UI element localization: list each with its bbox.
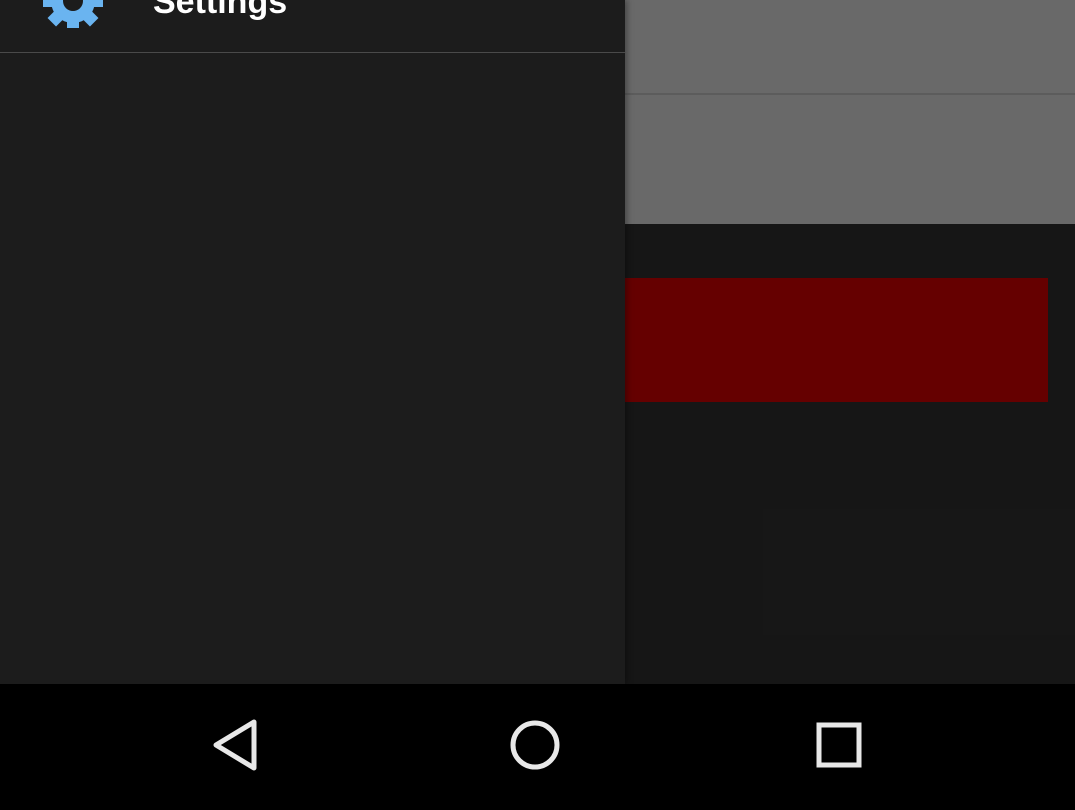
navigation-drawer: Settings	[0, 0, 625, 684]
drawer-item-label: Settings	[153, 0, 288, 21]
back-button[interactable]	[190, 702, 280, 792]
back-triangle-icon	[210, 718, 260, 777]
drawer-item-settings[interactable]: Settings	[0, 0, 625, 53]
recents-square-icon	[815, 721, 863, 774]
recents-button[interactable]	[794, 702, 884, 792]
home-circle-icon	[508, 718, 562, 777]
system-nav-bar	[0, 684, 1075, 810]
gear-icon	[38, 0, 108, 31]
home-button[interactable]	[490, 702, 580, 792]
